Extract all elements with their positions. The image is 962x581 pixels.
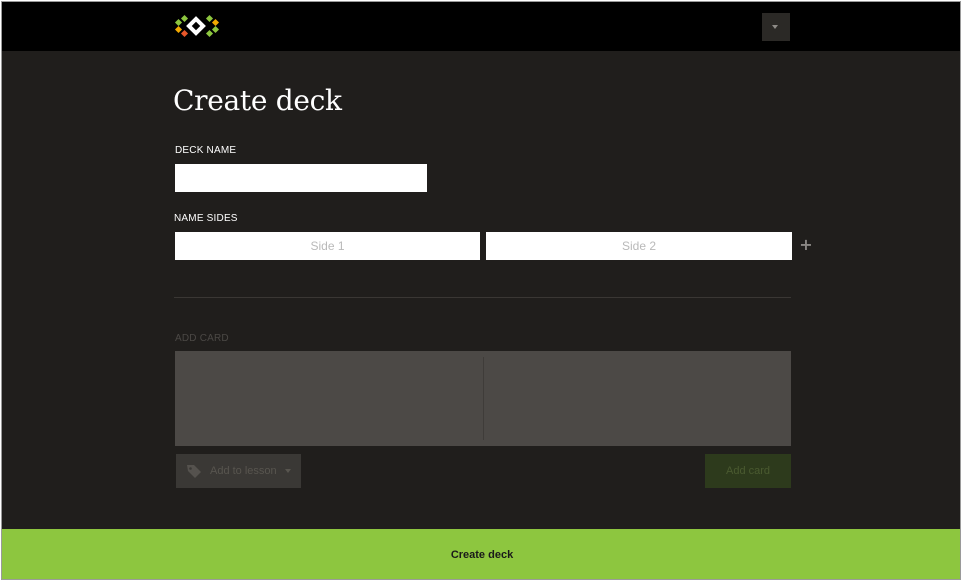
section-divider <box>174 297 791 298</box>
app-logo-icon[interactable] <box>174 13 220 39</box>
plus-icon: + <box>799 235 813 254</box>
card-side-2-field[interactable] <box>484 351 791 446</box>
top-navigation-bar <box>2 2 960 51</box>
side-2-input[interactable] <box>486 232 792 260</box>
chevron-down-icon <box>284 469 291 473</box>
add-card-label: ADD CARD <box>175 333 229 344</box>
create-deck-button[interactable]: Create deck <box>2 529 960 579</box>
side-1-input[interactable] <box>175 232 480 260</box>
deck-name-label: DECK NAME <box>175 145 237 156</box>
add-to-lesson-button[interactable]: Add to lesson <box>176 454 301 488</box>
app-window: Create deck DECK NAME NAME SIDES + ADD C… <box>1 1 961 580</box>
user-menu-button[interactable] <box>762 13 790 41</box>
page-title: Create deck <box>173 84 342 117</box>
caret-down-icon <box>772 25 778 29</box>
tag-icon <box>187 465 201 478</box>
add-side-button[interactable]: + <box>799 237 813 253</box>
card-editor <box>175 351 791 446</box>
add-to-lesson-label: Add to lesson <box>210 465 277 477</box>
deck-name-input[interactable] <box>175 164 427 192</box>
name-sides-label: NAME SIDES <box>174 213 238 224</box>
card-side-1-field[interactable] <box>175 351 483 446</box>
add-card-button[interactable]: Add card <box>705 454 791 488</box>
